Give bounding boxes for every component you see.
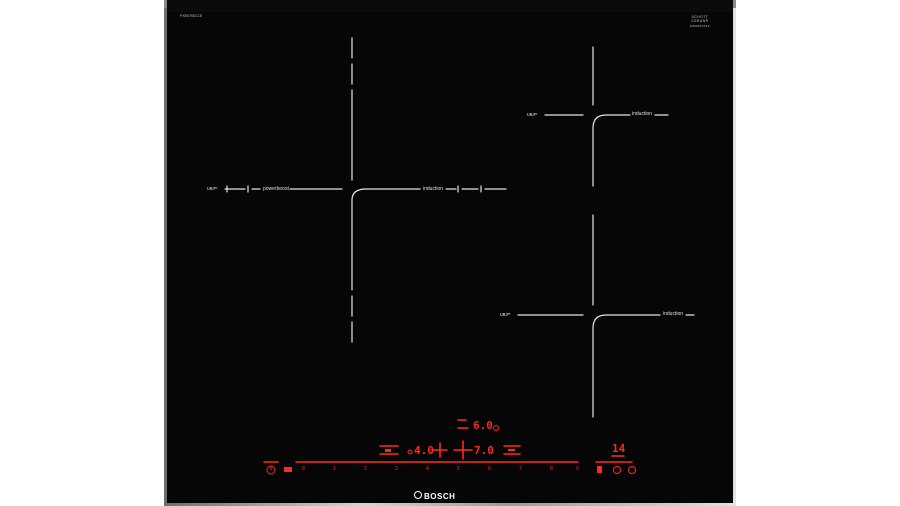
timer-indicator-icon: [493, 425, 499, 431]
settings-icon[interactable]: [508, 449, 515, 451]
timer-display: 6.0: [473, 419, 493, 432]
center-zone-level: 7.0: [474, 444, 494, 457]
brand-name: BOSCH: [424, 492, 456, 501]
clock-icon[interactable]: [628, 466, 636, 474]
scale-7[interactable]: 7: [519, 467, 522, 472]
scale-1[interactable]: 1: [333, 467, 336, 472]
scale-6[interactable]: 6: [488, 467, 491, 472]
scale-9[interactable]: 9: [576, 467, 579, 472]
scale-5[interactable]: 5: [457, 467, 460, 472]
bosch-logo-icon: [414, 491, 422, 499]
right-display: 14: [612, 442, 626, 455]
child-lock-icon[interactable]: [284, 467, 292, 472]
control-panel-graphics: [263, 419, 636, 475]
keep-warm-icon[interactable]: [597, 466, 602, 473]
scale-4[interactable]: 4: [426, 467, 429, 472]
timer-icon[interactable]: [613, 466, 621, 474]
zone-select-icon[interactable]: [385, 449, 391, 452]
left-zone-level: 4.0: [414, 444, 434, 457]
scale-8[interactable]: 8: [550, 467, 553, 472]
scale-3[interactable]: 3: [395, 467, 398, 472]
scale-2[interactable]: 2: [364, 467, 367, 472]
scale-0[interactable]: 0: [302, 467, 305, 472]
zone-indicator-icon: [407, 449, 413, 455]
